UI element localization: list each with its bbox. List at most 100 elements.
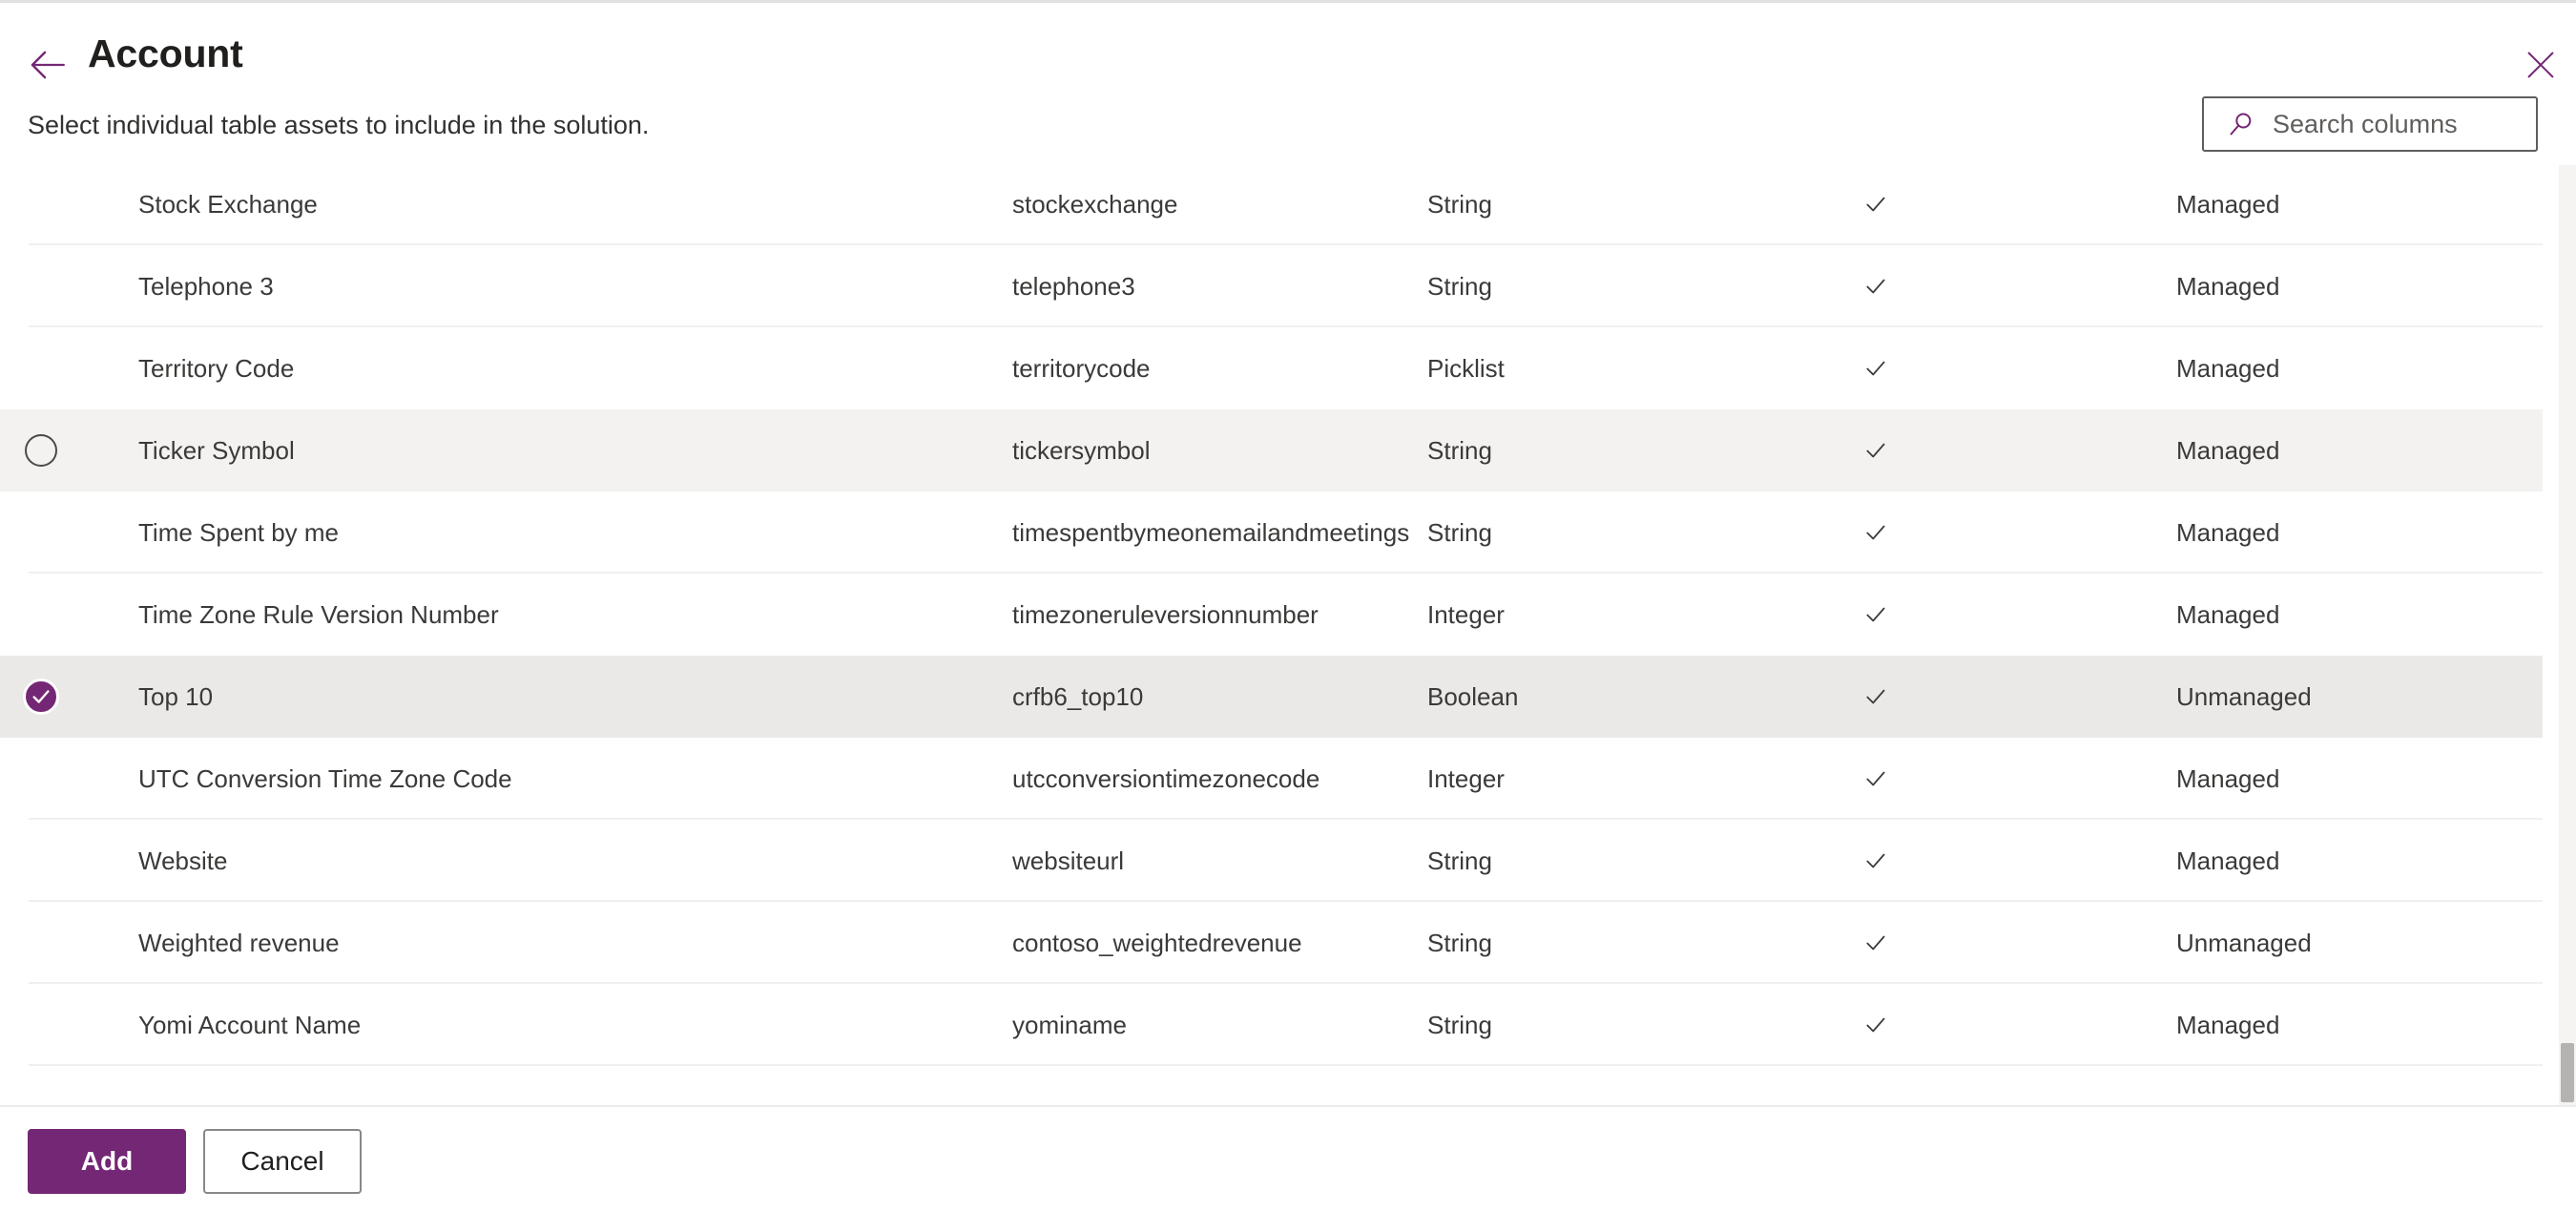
search-columns-box[interactable]: [2202, 96, 2576, 152]
check-icon: [1861, 272, 1890, 301]
check-icon: [1861, 600, 1890, 629]
column-logical-name: yominame: [1012, 1011, 1127, 1039]
check-icon: [1861, 846, 1890, 875]
row-select-cell[interactable]: [0, 1009, 82, 1041]
row-select-cell[interactable]: [0, 352, 82, 385]
column-data-type: String: [1427, 518, 1492, 547]
column-managed-state-cell: Managed: [2176, 763, 2543, 795]
customizable-cell: [1861, 764, 2176, 793]
column-display-name: Territory Code: [138, 354, 295, 383]
column-data-type: Integer: [1427, 600, 1505, 629]
check-glyph: [1866, 197, 1885, 212]
column-display-name: Time Spent by me: [138, 518, 340, 547]
row-select-cell[interactable]: [0, 188, 82, 220]
column-managed-state: Managed: [2176, 764, 2280, 793]
column-data-type-cell: String: [1427, 434, 1861, 467]
check-glyph: [1866, 935, 1885, 951]
row-checkbox-checked[interactable]: [23, 679, 59, 715]
column-managed-state-cell: Managed: [2176, 516, 2543, 549]
row-select-cell[interactable]: [0, 679, 82, 715]
column-data-type-cell: Integer: [1427, 598, 1861, 631]
checkmark-glyph: [32, 690, 50, 703]
table-row[interactable]: Yomi Account Name yominame String Managed: [0, 984, 2543, 1066]
close-icon[interactable]: [2515, 39, 2566, 91]
search-glyph: [2230, 113, 2252, 136]
column-display-name-cell: Telephone 3: [82, 270, 1012, 303]
row-select-cell[interactable]: [0, 598, 82, 631]
column-managed-state-cell: Managed: [2176, 598, 2543, 631]
column-display-name-cell: UTC Conversion Time Zone Code: [82, 763, 1012, 795]
column-managed-state: Managed: [2176, 600, 2280, 629]
column-managed-state-cell: Managed: [2176, 188, 2543, 220]
column-data-type: Integer: [1427, 764, 1505, 793]
page-title: Account: [88, 31, 243, 75]
cancel-button[interactable]: Cancel: [203, 1128, 362, 1194]
close-glyph: [2527, 52, 2554, 78]
column-data-type: Picklist: [1427, 354, 1505, 383]
column-logical-name: contoso_weightedrevenue: [1012, 929, 1302, 957]
column-managed-state-cell: Managed: [2176, 1009, 2543, 1041]
panel-subtitle: Select individual table assets to includ…: [28, 111, 650, 139]
column-data-type-cell: Picklist: [1427, 352, 1861, 385]
columns-grid: Stock Exchange stockexchange String Managed…: [0, 163, 2543, 1066]
column-logical-name: telephone3: [1012, 272, 1135, 301]
column-display-name-cell: Time Zone Rule Version Number: [82, 598, 1012, 631]
column-logical-name: timespentbymeonemailandmeetings: [1012, 518, 1410, 547]
column-logical-name-cell: websiteurl: [1012, 845, 1427, 877]
check-glyph: [1866, 443, 1885, 458]
table-row[interactable]: UTC Conversion Time Zone Code utcconversi…: [0, 738, 2543, 820]
customizable-cell: [1861, 272, 2176, 301]
table-row[interactable]: Stock Exchange stockexchange String Managed: [0, 163, 2543, 245]
column-display-name: UTC Conversion Time Zone Code: [138, 764, 512, 793]
check-icon: [1861, 190, 1890, 219]
customizable-cell: [1861, 1011, 2176, 1039]
row-select-cell[interactable]: [0, 516, 82, 549]
column-managed-state-cell: Unmanaged: [2176, 680, 2543, 713]
scrollbar-thumb[interactable]: [2561, 1043, 2574, 1102]
check-glyph: [1866, 279, 1885, 294]
search-input[interactable]: [2255, 109, 2576, 139]
check-glyph: [1866, 1017, 1885, 1033]
table-row[interactable]: Top 10 crfb6_top10 Boolean Unmanaged: [0, 656, 2543, 738]
column-display-name: Weighted revenue: [138, 929, 340, 957]
column-data-type: String: [1427, 846, 1492, 875]
column-managed-state: Managed: [2176, 190, 2280, 219]
column-managed-state-cell: Managed: [2176, 434, 2543, 467]
row-select-cell[interactable]: [0, 270, 82, 303]
panel-header: Account Select individual table assets t…: [0, 3, 2576, 163]
table-row[interactable]: Website websiteurl String Managed: [0, 820, 2543, 902]
column-logical-name-cell: crfb6_top10: [1012, 680, 1427, 713]
add-button[interactable]: Add: [28, 1128, 186, 1194]
table-row[interactable]: Territory Code territorycode Picklist Manag…: [0, 327, 2543, 409]
check-glyph: [1866, 361, 1885, 376]
row-select-cell[interactable]: [0, 763, 82, 795]
column-display-name: Ticker Symbol: [138, 436, 295, 465]
column-managed-state-cell: Managed: [2176, 352, 2543, 385]
search-icon: [2227, 110, 2255, 138]
table-row[interactable]: Ticker Symbol tickersymbol String Managed: [0, 409, 2543, 491]
check-icon: [1861, 1011, 1890, 1039]
row-checkbox[interactable]: [25, 434, 57, 467]
table-row[interactable]: Weighted revenue contoso_weightedrevenue S…: [0, 902, 2543, 984]
column-display-name-cell: Ticker Symbol: [82, 434, 1012, 467]
column-data-type-cell: String: [1427, 1009, 1861, 1041]
vertical-scrollbar[interactable]: [2559, 165, 2576, 1105]
table-row[interactable]: Time Zone Rule Version Number timezonerul…: [0, 574, 2543, 656]
customizable-cell: [1861, 436, 2176, 465]
column-display-name-cell: Yomi Account Name: [82, 1009, 1012, 1041]
column-display-name: Yomi Account Name: [138, 1011, 362, 1039]
arrow-left-icon[interactable]: [23, 39, 74, 91]
arrow-left-glyph: [31, 51, 65, 79]
column-logical-name-cell: contoso_weightedrevenue: [1012, 927, 1427, 959]
row-select-cell[interactable]: [0, 434, 82, 467]
column-data-type-cell: String: [1427, 845, 1861, 877]
table-row[interactable]: Telephone 3 telephone3 String Managed: [0, 245, 2543, 327]
row-select-cell[interactable]: [0, 927, 82, 959]
column-managed-state: Unmanaged: [2176, 682, 2312, 711]
column-managed-state: Managed: [2176, 354, 2280, 383]
row-select-cell[interactable]: [0, 845, 82, 877]
column-logical-name-cell: telephone3: [1012, 270, 1427, 303]
column-managed-state: Managed: [2176, 518, 2280, 547]
table-row[interactable]: Time Spent by me timespentbymeonemailandm…: [0, 491, 2543, 574]
column-display-name-cell: Time Spent by me: [82, 516, 1012, 549]
